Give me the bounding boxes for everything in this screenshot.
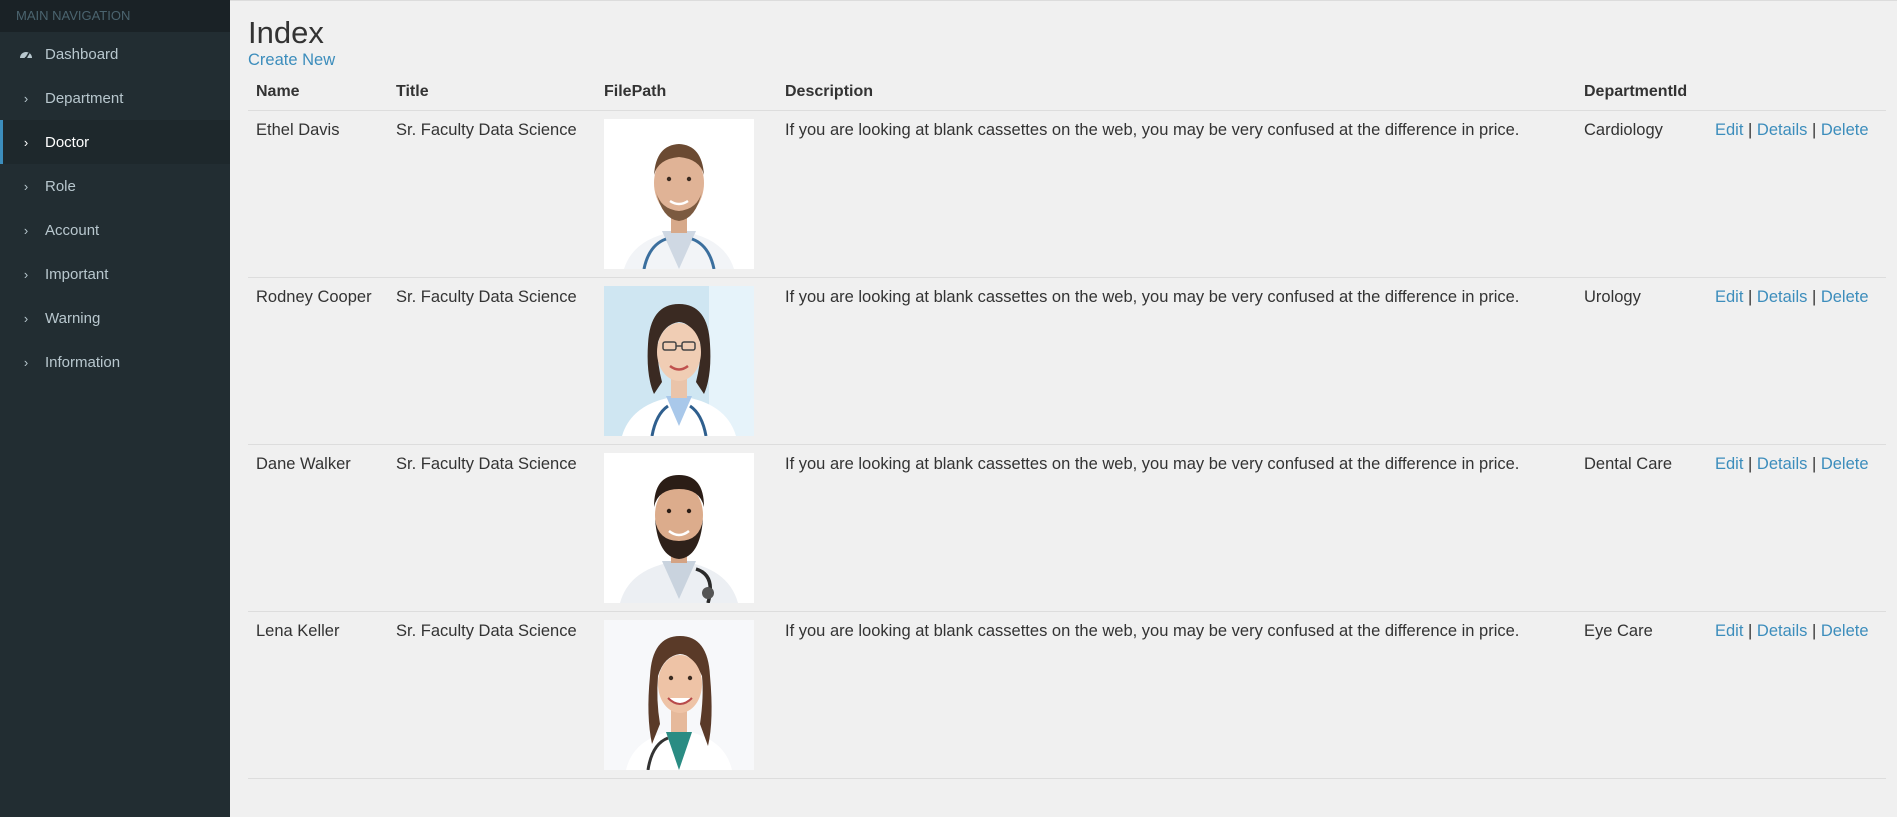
sidebar-item-label: Information bbox=[45, 353, 121, 371]
chevron-right-icon: › bbox=[23, 266, 29, 282]
edit-link[interactable]: Edit bbox=[1715, 121, 1743, 139]
cell-actions: Edit | Details | Delete bbox=[1707, 444, 1886, 612]
separator: | bbox=[1748, 454, 1753, 473]
cell-filepath bbox=[596, 611, 777, 779]
edit-link[interactable]: Edit bbox=[1715, 622, 1743, 640]
sidebar-item-important[interactable]: › Important bbox=[0, 252, 230, 296]
sidebar-item-label: Dashboard bbox=[45, 45, 119, 63]
cell-title: Sr. Faculty Data Science bbox=[388, 277, 596, 445]
cell-filepath bbox=[596, 110, 777, 278]
cell-name: Lena Keller bbox=[248, 611, 388, 779]
cell-department: Eye Care bbox=[1576, 611, 1707, 779]
sidebar-item-label: Doctor bbox=[45, 133, 90, 151]
cell-filepath bbox=[596, 444, 777, 612]
delete-link[interactable]: Delete bbox=[1821, 455, 1869, 473]
doctor-photo bbox=[604, 285, 754, 436]
doctor-photo bbox=[604, 619, 754, 770]
delete-link[interactable]: Delete bbox=[1821, 288, 1869, 306]
chevron-right-icon: › bbox=[23, 178, 29, 194]
cell-actions: Edit | Details | Delete bbox=[1707, 277, 1886, 445]
sidebar-item-dashboard[interactable]: Dashboard bbox=[0, 32, 230, 76]
sidebar-item-label: Account bbox=[45, 221, 100, 239]
separator: | bbox=[1811, 454, 1817, 473]
sidebar-item-label: Important bbox=[45, 265, 109, 283]
doctor-table: Name Title FilePath Description Departme… bbox=[248, 75, 1886, 779]
chevron-right-icon: › bbox=[23, 310, 29, 326]
doctor-photo bbox=[604, 452, 754, 603]
cell-name: Ethel Davis bbox=[248, 110, 388, 278]
cell-actions: Edit | Details | Delete bbox=[1707, 110, 1886, 278]
table-row: Ethel Davis Sr. Faculty Data Science If … bbox=[248, 110, 1886, 278]
page-title: Index bbox=[248, 15, 324, 50]
separator: | bbox=[1811, 621, 1817, 640]
column-header-title: Title bbox=[388, 75, 596, 111]
separator: | bbox=[1748, 287, 1753, 306]
column-header-description: Description bbox=[777, 75, 1576, 111]
cell-description: If you are looking at blank cassettes on… bbox=[777, 611, 1576, 779]
sidebar-item-account[interactable]: › Account bbox=[0, 208, 230, 252]
table-header-row: Name Title FilePath Description Departme… bbox=[248, 75, 1886, 111]
cell-department: Urology bbox=[1576, 277, 1707, 445]
create-new-link[interactable]: Create New bbox=[248, 51, 335, 70]
cell-actions: Edit | Details | Delete bbox=[1707, 611, 1886, 779]
column-header-departmentid: DepartmentId bbox=[1576, 75, 1707, 111]
sidebar-item-role[interactable]: › Role bbox=[0, 164, 230, 208]
sidebar-item-department[interactable]: › Department bbox=[0, 76, 230, 120]
details-link[interactable]: Details bbox=[1757, 121, 1807, 139]
details-link[interactable]: Details bbox=[1757, 455, 1807, 473]
chevron-right-icon: › bbox=[23, 222, 29, 238]
column-header-filepath: FilePath bbox=[596, 75, 777, 111]
edit-link[interactable]: Edit bbox=[1715, 288, 1743, 306]
column-header-actions bbox=[1707, 75, 1886, 111]
cell-title: Sr. Faculty Data Science bbox=[388, 611, 596, 779]
sidebar-item-doctor[interactable]: › Doctor bbox=[0, 120, 230, 164]
cell-department: Dental Care bbox=[1576, 444, 1707, 612]
cell-title: Sr. Faculty Data Science bbox=[388, 110, 596, 278]
table-row: Dane Walker Sr. Faculty Data Science If … bbox=[248, 444, 1886, 612]
doctor-photo bbox=[604, 118, 754, 269]
chevron-right-icon: › bbox=[23, 354, 29, 370]
table-row: Rodney Cooper Sr. Faculty Data Science I… bbox=[248, 277, 1886, 445]
separator: | bbox=[1748, 621, 1753, 640]
delete-link[interactable]: Delete bbox=[1821, 121, 1869, 139]
sidebar-item-information[interactable]: › Information bbox=[0, 340, 230, 384]
sidebar-item-warning[interactable]: › Warning bbox=[0, 296, 230, 340]
sidebar-header: MAIN NAVIGATION bbox=[0, 0, 230, 32]
edit-link[interactable]: Edit bbox=[1715, 455, 1743, 473]
separator: | bbox=[1811, 287, 1817, 306]
sidebar-item-label: Role bbox=[45, 177, 76, 195]
cell-description: If you are looking at blank cassettes on… bbox=[777, 444, 1576, 612]
table-row: Lena Keller Sr. Faculty Data Science If … bbox=[248, 611, 1886, 779]
separator: | bbox=[1811, 120, 1817, 139]
cell-description: If you are looking at blank cassettes on… bbox=[777, 277, 1576, 445]
cell-name: Rodney Cooper bbox=[248, 277, 388, 445]
cell-description: If you are looking at blank cassettes on… bbox=[777, 110, 1576, 278]
cell-filepath bbox=[596, 277, 777, 445]
dashboard-icon bbox=[18, 48, 34, 60]
details-link[interactable]: Details bbox=[1757, 288, 1807, 306]
delete-link[interactable]: Delete bbox=[1821, 622, 1869, 640]
sidebar: MAIN NAVIGATION Dashboard › Department ›… bbox=[0, 0, 230, 817]
cell-name: Dane Walker bbox=[248, 444, 388, 612]
details-link[interactable]: Details bbox=[1757, 622, 1807, 640]
main-content: Index Create New Name Title FilePath Des… bbox=[230, 0, 1897, 817]
cell-department: Cardiology bbox=[1576, 110, 1707, 278]
separator: | bbox=[1748, 120, 1753, 139]
column-header-name: Name bbox=[248, 75, 388, 111]
sidebar-item-label: Department bbox=[45, 89, 124, 107]
sidebar-item-label: Warning bbox=[45, 309, 101, 327]
chevron-right-icon: › bbox=[23, 90, 29, 106]
cell-title: Sr. Faculty Data Science bbox=[388, 444, 596, 612]
chevron-right-icon: › bbox=[23, 134, 29, 150]
